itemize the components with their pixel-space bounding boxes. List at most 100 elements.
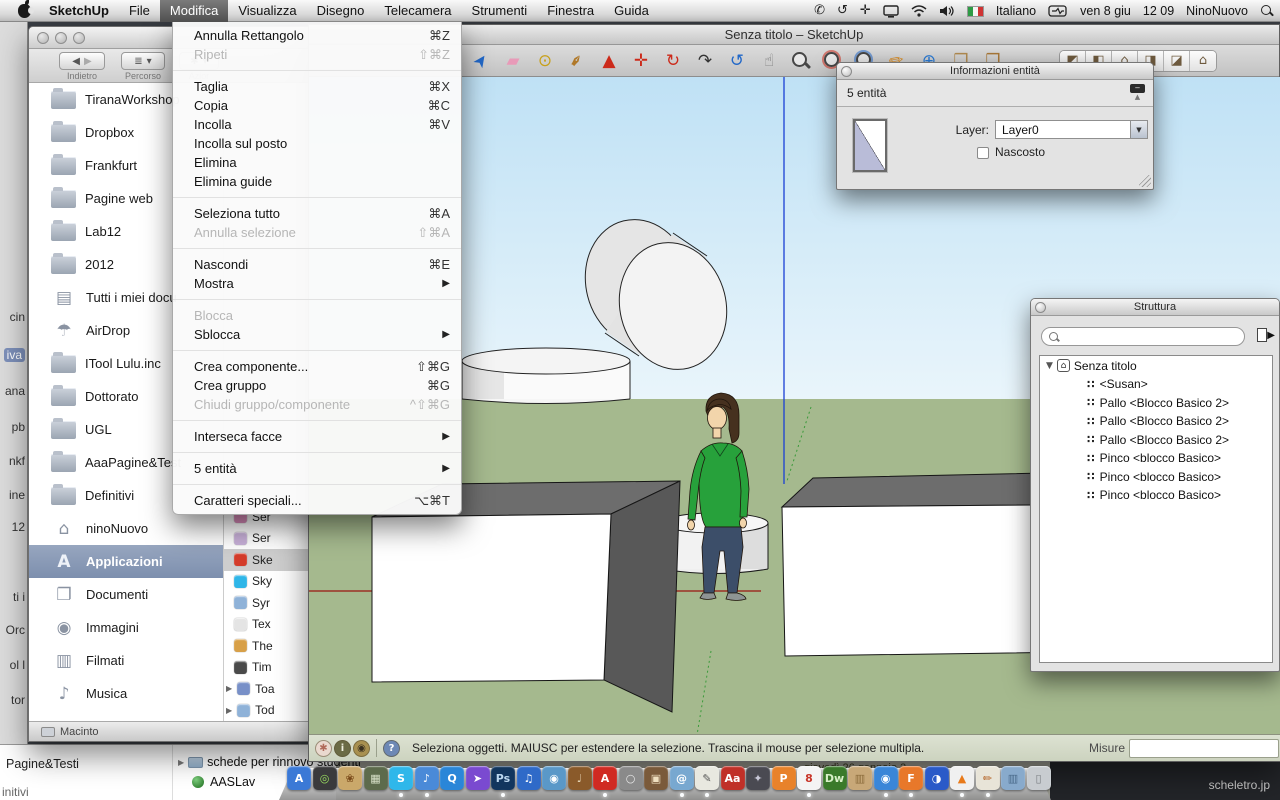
dock-icon[interactable]: ✎ xyxy=(695,766,719,790)
sync-status-icon[interactable] xyxy=(1048,5,1068,17)
status-icon[interactable]: ✱ xyxy=(315,740,332,757)
dock-icon[interactable]: Dw xyxy=(823,766,847,790)
menu-item[interactable]: Elimina ▶ xyxy=(173,153,461,172)
accessibility-icon[interactable]: ✛ xyxy=(860,0,871,22)
tool-icon[interactable]: ▲ xyxy=(597,49,621,73)
menubar-item[interactable]: Visualizza xyxy=(228,0,306,22)
menu-item[interactable]: Seleziona tutto ⌘A ▶ xyxy=(173,204,461,223)
sidebar-item-label[interactable]: Pagine&Testi xyxy=(6,757,79,771)
menu-item[interactable]: Mostra ▶ xyxy=(173,274,461,293)
tree-item-row[interactable]: ∷ Pallo <Blocco Basico 2> xyxy=(1040,412,1272,431)
app-list-row[interactable]: ▶ Ser xyxy=(224,528,311,550)
details-button[interactable]: ▶ xyxy=(1255,327,1275,346)
menu-item[interactable]: Chiudi gruppo/componente ^⇧⌘G ▶ xyxy=(173,395,461,414)
view-button[interactable]: ⌂ xyxy=(1190,51,1216,71)
menubar-item[interactable]: Telecamera xyxy=(374,0,461,22)
dock-icon[interactable]: ✏ xyxy=(976,766,1000,790)
dock-icon[interactable]: ▥ xyxy=(1001,766,1025,790)
dock-icon[interactable]: ❀ xyxy=(338,766,362,790)
collapse-icon[interactable]: –▲ xyxy=(1130,84,1145,101)
dock-icon[interactable]: ◉ xyxy=(874,766,898,790)
dock-icon[interactable]: ▥ xyxy=(848,766,872,790)
menu-item[interactable]: Caratteri speciali... ⌥⌘T ▶ xyxy=(173,491,461,510)
tool-icon[interactable]: ✒ xyxy=(565,49,589,73)
menubar-item[interactable]: Guida xyxy=(604,0,659,22)
dock-icon[interactable]: A xyxy=(593,766,617,790)
status-icon[interactable]: i xyxy=(334,740,351,757)
dock-icon[interactable]: F xyxy=(899,766,923,790)
menu-item[interactable]: Nascondi ⌘E ▶ xyxy=(173,255,461,274)
menu-item[interactable]: ▶ xyxy=(173,248,461,249)
model-cylinder-large[interactable] xyxy=(462,348,630,404)
close-icon[interactable] xyxy=(841,66,852,77)
time-machine-icon[interactable]: ↺ xyxy=(837,0,848,22)
dock-icon[interactable]: ▦ xyxy=(364,766,388,790)
menu-item[interactable]: Blocca ▶ xyxy=(173,306,461,325)
tree-item-row[interactable]: ∷ <Susan> xyxy=(1040,375,1272,394)
user-menu[interactable]: NinoNuovo xyxy=(1186,4,1248,18)
menubar-item[interactable]: Disegno xyxy=(307,0,375,22)
menu-item[interactable]: ▶ xyxy=(173,299,461,300)
dock-icon[interactable]: S xyxy=(389,766,413,790)
menu-item[interactable]: ▶ xyxy=(173,70,461,71)
tool-icon[interactable]: ⊙ xyxy=(533,49,557,73)
tool-icon[interactable]: ↻ xyxy=(661,49,685,73)
dock-icon[interactable]: ◉ xyxy=(542,766,566,790)
menu-item[interactable]: Ripeti ⇧⌘Z ▶ xyxy=(173,45,461,64)
close-button[interactable] xyxy=(37,32,49,44)
app-list-row[interactable]: ▶ Ske xyxy=(224,549,311,571)
disclosure-triangle-icon[interactable]: ▶ xyxy=(178,758,184,767)
volume-icon[interactable] xyxy=(939,5,955,17)
zoom-button[interactable] xyxy=(73,32,85,44)
chevron-down-icon[interactable]: ▼ xyxy=(1130,121,1147,138)
measure-input[interactable] xyxy=(1129,739,1279,758)
phone-icon[interactable]: ✆ xyxy=(814,0,825,22)
tool-icon[interactable] xyxy=(789,49,813,73)
dock-icon[interactable]: @ xyxy=(670,766,694,790)
app-list-row[interactable]: ▶ Toa xyxy=(224,678,311,700)
dock-icon[interactable]: ▯ xyxy=(1027,766,1051,790)
menu-item[interactable]: ▶ xyxy=(173,197,461,198)
menu-item[interactable]: Annulla selezione ⇧⌘A ▶ xyxy=(173,223,461,242)
outliner-panel[interactable]: Struttura ▶ ▼ ⌂ Senza titolo ∷ <Susan> xyxy=(1030,298,1280,672)
back-icon[interactable]: ◀ xyxy=(72,56,80,67)
dock-icon[interactable]: Ps xyxy=(491,766,515,790)
menu-item[interactable]: Crea componente... ⇧⌘G ▶ xyxy=(173,357,461,376)
menu-item[interactable]: Elimina guide ▶ xyxy=(173,172,461,191)
minimize-button[interactable] xyxy=(55,32,67,44)
view-path-button[interactable]: ≣ ▾ xyxy=(121,52,165,70)
dock-icon[interactable]: A xyxy=(287,766,311,790)
spotlight-icon[interactable] xyxy=(1260,4,1274,18)
app-list-row[interactable]: ▶ Syr xyxy=(224,592,311,614)
panel-titlebar[interactable]: Struttura xyxy=(1031,299,1279,316)
file-row[interactable]: AASLav xyxy=(192,775,255,789)
back-forward-buttons[interactable]: ◀ ▶ xyxy=(59,52,105,70)
outliner-tree[interactable]: ▼ ⌂ Senza titolo ∷ <Susan> ∷ Pallo <Bloc… xyxy=(1039,355,1273,663)
menu-item[interactable]: ▶ xyxy=(173,452,461,453)
app-list-row[interactable]: ▶ Tim xyxy=(224,657,311,679)
tool-icon[interactable]: ➤ xyxy=(469,49,493,73)
app-list-row[interactable]: ▶ The xyxy=(224,635,311,657)
menu-item[interactable]: ▶ xyxy=(173,420,461,421)
status-icon[interactable]: ◉ xyxy=(353,740,370,757)
model-box-left[interactable] xyxy=(372,481,680,712)
menubar-item[interactable]: Modifica xyxy=(160,0,228,22)
menu-item[interactable]: Interseca facce ▶ xyxy=(173,427,461,446)
tool-icon[interactable]: ↺ xyxy=(725,49,749,73)
menubar-item[interactable]: Strumenti xyxy=(462,0,538,22)
display-icon[interactable] xyxy=(883,5,899,18)
dock-icon[interactable]: P xyxy=(772,766,796,790)
input-source-label[interactable]: Italiano xyxy=(996,4,1036,18)
dock-icon[interactable]: ◎ xyxy=(313,766,337,790)
italian-flag-icon[interactable] xyxy=(967,6,984,17)
menu-item[interactable]: Incolla ⌘V ▶ xyxy=(173,115,461,134)
dock-icon[interactable]: ✦ xyxy=(746,766,770,790)
tool-icon[interactable]: ↷ xyxy=(693,49,717,73)
close-icon[interactable] xyxy=(1035,302,1046,313)
dock-icon[interactable]: ♫ xyxy=(517,766,541,790)
menubar-date[interactable]: ven 8 giu xyxy=(1080,4,1131,18)
entity-info-panel[interactable]: Informazioni entità 5 entità –▲ Layer: L… xyxy=(836,62,1154,190)
forward-icon[interactable]: ▶ xyxy=(84,56,92,67)
menu-item[interactable]: Incolla sul posto ▶ xyxy=(173,134,461,153)
tree-item-row[interactable]: ∷ Pinco <blocco Basico> xyxy=(1040,449,1272,468)
